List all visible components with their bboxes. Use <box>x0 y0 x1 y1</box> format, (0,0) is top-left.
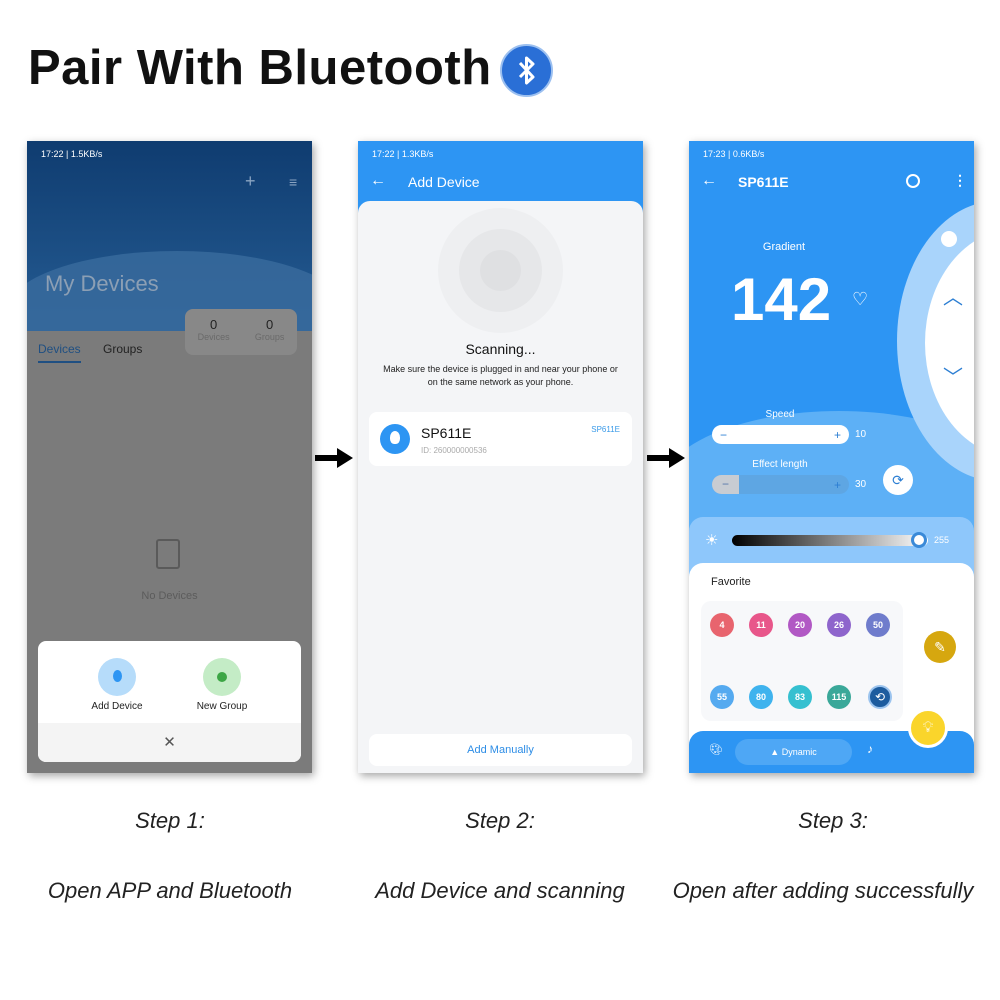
step-2-description: Add Device and scanning <box>375 878 625 903</box>
favorite-mode-button[interactable]: 50 <box>866 613 890 637</box>
favorite-mode-button[interactable]: 83 <box>788 685 812 709</box>
favorite-mode-button[interactable]: 55 <box>710 685 734 709</box>
brightness-handle[interactable] <box>911 532 927 548</box>
mode-name: Gradient <box>762 241 806 253</box>
add-device-label: Add Device <box>91 701 143 712</box>
favorite-mode-button[interactable]: 20 <box>788 613 812 637</box>
effect-length-slider[interactable]: − + <box>712 475 849 494</box>
content-panel: Scanning... Make sure the device is plug… <box>358 201 643 773</box>
screen-title: SP611E <box>738 174 789 190</box>
empty-state-text: No Devices <box>141 590 198 602</box>
mode-number: 142 <box>731 266 832 333</box>
brightness-value: 255 <box>934 535 950 545</box>
back-arrow-icon[interactable]: ← <box>370 172 386 190</box>
devices-count-label: Devices <box>197 332 230 342</box>
bottom-sheet: Add Device New Group ✕ <box>38 641 301 762</box>
effect-length-label: Effect length <box>752 459 808 470</box>
add-icon[interactable]: + <box>245 171 256 192</box>
device-id: ID: 260000000536 <box>421 446 487 455</box>
power-bulb-button[interactable]: 💡︎ <box>908 708 948 748</box>
favorite-mode-button[interactable]: 4 <box>710 613 734 637</box>
speed-value: 10 <box>855 429 867 440</box>
device-list-item[interactable]: SP611E ID: 260000000536 SP611E <box>369 412 632 466</box>
close-icon[interactable]: ✕ <box>38 733 301 751</box>
new-group-label: New Group <box>196 701 248 712</box>
status-bar: 17:23 | 0.6KB/s <box>703 149 765 159</box>
plus-icon[interactable]: + <box>834 428 841 442</box>
page-heading: My Devices <box>45 271 159 296</box>
scanning-hint: Make sure the device is plugged in and n… <box>383 364 618 387</box>
arrow-right-icon <box>315 448 353 468</box>
tab-devices[interactable]: Devices <box>38 342 81 363</box>
favorite-mode-button[interactable]: 11 <box>749 613 773 637</box>
nav-dynamic[interactable]: ▲ Dynamic <box>735 739 852 765</box>
step-2-label: Step 2: <box>465 808 535 833</box>
chevron-down-icon[interactable]: ﹀ <box>943 361 963 390</box>
speed-label: Speed <box>765 409 795 420</box>
step-1-label: Step 1: <box>135 808 205 833</box>
group-icon <box>203 658 241 696</box>
status-bar: 17:22 | 1.5KB/s <box>41 149 103 159</box>
alarm-clock-icon[interactable] <box>906 174 920 188</box>
brightness-sun-icon: ☀ <box>705 532 719 549</box>
add-manually-button[interactable]: Add Manually <box>369 734 632 766</box>
palette-icon[interactable]: 🎨︎ <box>709 743 723 756</box>
shapes-icon: ▲ <box>770 747 782 757</box>
music-note-icon[interactable]: ♪ <box>867 742 873 756</box>
groups-count: 0 <box>266 317 274 332</box>
favorite-mode-button[interactable]: 26 <box>827 613 851 637</box>
more-options-icon[interactable]: ⋮ <box>953 172 967 189</box>
favorite-heart-icon[interactable]: ♡ <box>852 289 868 310</box>
nav-dynamic-label: Dynamic <box>781 747 817 757</box>
scanning-text: Scanning... <box>465 341 536 357</box>
tab-groups[interactable]: Groups <box>103 342 142 356</box>
brightness-slider[interactable] <box>732 535 928 546</box>
edit-pencil-icon[interactable]: ✎ <box>924 631 956 663</box>
bulb-icon <box>98 658 136 696</box>
minus-icon[interactable]: − <box>720 428 727 442</box>
bulb-icon <box>380 424 410 454</box>
arrow-right-icon <box>647 448 685 468</box>
effect-length-value: 30 <box>855 479 867 490</box>
step-3-description: Open after adding successfully <box>672 878 974 903</box>
chevron-up-icon[interactable]: ︿ <box>943 281 963 310</box>
back-arrow-icon[interactable]: ← <box>701 172 717 190</box>
speed-slider[interactable]: − + <box>712 425 849 444</box>
dial-handle[interactable] <box>941 231 957 247</box>
favorite-mode-button[interactable]: 115 <box>827 685 851 709</box>
cycle-favorites-icon[interactable]: ⟲ <box>868 685 892 709</box>
step-3-label: Step 3: <box>798 808 868 833</box>
phone-screen-add-device: 17:22 | 1.3KB/s ← Add Device Scanning...… <box>358 141 643 773</box>
screen-title: Add Device <box>408 174 480 190</box>
menu-icon[interactable]: ≡ <box>289 174 297 190</box>
device-name: SP611E <box>421 425 472 441</box>
scanning-animation <box>438 208 563 333</box>
device-model-tag: SP611E <box>591 425 620 434</box>
status-bar: 17:22 | 1.3KB/s <box>372 149 434 159</box>
step-1-description: Open APP and Bluetooth <box>47 878 293 903</box>
refresh-icon[interactable]: ⟳ <box>883 465 913 495</box>
stats-card: 0 Devices 0 Groups <box>185 309 297 355</box>
plus-icon[interactable]: + <box>834 478 841 492</box>
groups-count-label: Groups <box>254 332 285 342</box>
favorite-heading: Favorite <box>711 576 751 588</box>
favorite-mode-button[interactable]: 80 <box>749 685 773 709</box>
phone-screen-device-control: ︿ ﹀ 17:23 | 0.6KB/s ← SP611E ⋮ Gradient … <box>689 141 974 773</box>
page-title: Pair With Bluetooth <box>28 41 492 95</box>
bluetooth-icon <box>500 44 553 97</box>
devices-count: 0 <box>210 317 218 332</box>
empty-document-icon <box>156 539 180 569</box>
phone-screen-my-devices: 17:22 | 1.5KB/s + ≡ My Devices 0 Devices … <box>27 141 312 773</box>
